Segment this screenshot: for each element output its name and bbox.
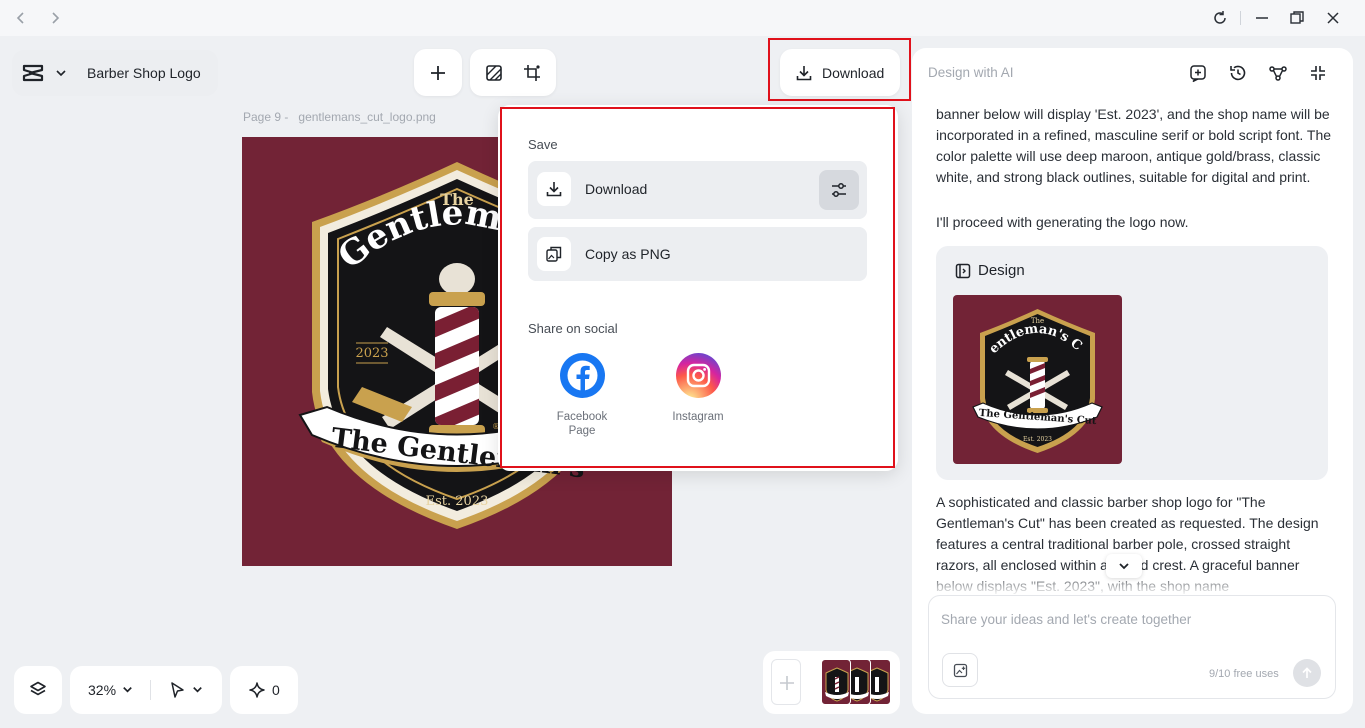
add-icon: [780, 676, 794, 690]
share-flow-icon[interactable]: [1268, 63, 1288, 83]
sparkle-icon: [248, 681, 266, 699]
download-settings-button[interactable]: [819, 170, 859, 210]
sliders-icon: [832, 183, 846, 197]
download-icon: [546, 182, 562, 197]
design-card-title: Design: [978, 262, 1025, 279]
download-button[interactable]: Download: [780, 49, 900, 96]
ai-prompt-input[interactable]: [941, 608, 1321, 630]
copy-image-icon: [546, 246, 562, 262]
page-separator: -: [284, 110, 289, 124]
project-menu[interactable]: Barber Shop Logo: [12, 50, 218, 96]
ai-prompt-box: 9/10 free uses: [928, 595, 1336, 699]
add-element-card: [414, 49, 462, 96]
design-icon: [954, 262, 972, 280]
sparkle-card[interactable]: 0: [230, 666, 298, 714]
pointer-icon[interactable]: [168, 681, 186, 699]
ai-message-partial: banner below will display 'Est. 2023', a…: [936, 106, 1332, 185]
share-instagram-button[interactable]: Instagram: [653, 353, 743, 424]
add-icon[interactable]: [427, 62, 449, 84]
send-button[interactable]: [1293, 659, 1321, 687]
window-titlebar: [0, 0, 1365, 36]
scroll-down-button[interactable]: [1106, 554, 1142, 578]
pages-strip: [763, 651, 900, 714]
design-result-card: Design The Gentleman's Cut The Gentleman…: [936, 246, 1328, 480]
zoom-card: 32%: [70, 666, 222, 714]
instagram-icon: [675, 353, 721, 398]
attach-image-button[interactable]: [942, 653, 978, 687]
copy-png-label: Copy as PNG: [585, 246, 671, 262]
facebook-icon: [559, 353, 605, 398]
ai-panel-title: Design with AI: [928, 65, 1014, 80]
page-label: Page 9 - gentlemans_cut_logo.png: [243, 110, 436, 124]
refresh-icon[interactable]: [1211, 9, 1229, 27]
zoom-divider: [150, 680, 151, 700]
logo-est-text: Est. 2023: [426, 494, 489, 509]
ai-panel: Design with AI banner below will display…: [912, 48, 1353, 714]
chevron-down-icon: [1119, 563, 1129, 570]
image-upload-icon: [953, 663, 968, 678]
restore-icon[interactable]: [1288, 9, 1306, 27]
titlebar-divider: [1240, 11, 1241, 25]
chat-fade-top: [912, 92, 1353, 112]
download-menu: Save Download Copy as PNG Share on socia…: [498, 105, 898, 471]
arrow-up-icon: [1302, 667, 1312, 678]
history-icon[interactable]: [1228, 63, 1248, 83]
collapse-panel-icon[interactable]: [1308, 63, 1328, 83]
thumb-est-text: Est. 2023: [1023, 436, 1052, 443]
chevron-down-icon[interactable]: [191, 683, 204, 696]
zoom-level[interactable]: 32%: [88, 682, 116, 698]
close-icon[interactable]: [1324, 9, 1342, 27]
layers-icon[interactable]: [28, 680, 48, 700]
copy-option-icon-box: [537, 237, 571, 271]
page-number: Page 9: [243, 110, 282, 124]
instagram-label: Instagram: [672, 411, 724, 423]
back-icon[interactable]: [12, 9, 30, 27]
add-page-button[interactable]: [771, 659, 801, 705]
edit-tools-card: [470, 49, 556, 96]
design-thumbnail[interactable]: The Gentleman's Cut The Gentleman's Cut …: [953, 295, 1122, 464]
download-button-label: Download: [822, 65, 885, 81]
remove-background-icon[interactable]: [483, 62, 505, 84]
forward-icon[interactable]: [46, 9, 64, 27]
new-chat-icon[interactable]: [1188, 63, 1208, 83]
copy-png-option[interactable]: Copy as PNG: [528, 227, 867, 281]
facebook-label: Facebook Page: [556, 411, 608, 437]
share-facebook-button[interactable]: Facebook Page: [537, 353, 627, 438]
ai-proceed-text: I'll proceed with generating the logo no…: [936, 214, 1189, 230]
download-option-label: Download: [585, 181, 648, 197]
file-name: gentlemans_cut_logo.png: [298, 110, 436, 124]
share-heading: Share on social: [528, 321, 618, 336]
resize-icon[interactable]: [521, 62, 543, 84]
chevron-down-icon[interactable]: [54, 66, 68, 80]
download-icon: [796, 66, 812, 81]
free-uses-counter: 9/10 free uses: [1209, 668, 1279, 680]
logo-year: 2023: [355, 346, 388, 361]
page-thumbnail-current[interactable]: [821, 659, 851, 705]
layers-card: [14, 666, 62, 714]
chevron-down-icon[interactable]: [121, 683, 134, 696]
save-heading: Save: [528, 137, 558, 152]
project-title[interactable]: Barber Shop Logo: [87, 65, 201, 81]
minimize-icon[interactable]: [1253, 9, 1271, 27]
download-option-icon-box: [537, 172, 571, 206]
capcut-logo-icon: [22, 63, 44, 83]
download-option[interactable]: Download: [528, 161, 867, 219]
sparkle-count: 0: [272, 682, 280, 698]
